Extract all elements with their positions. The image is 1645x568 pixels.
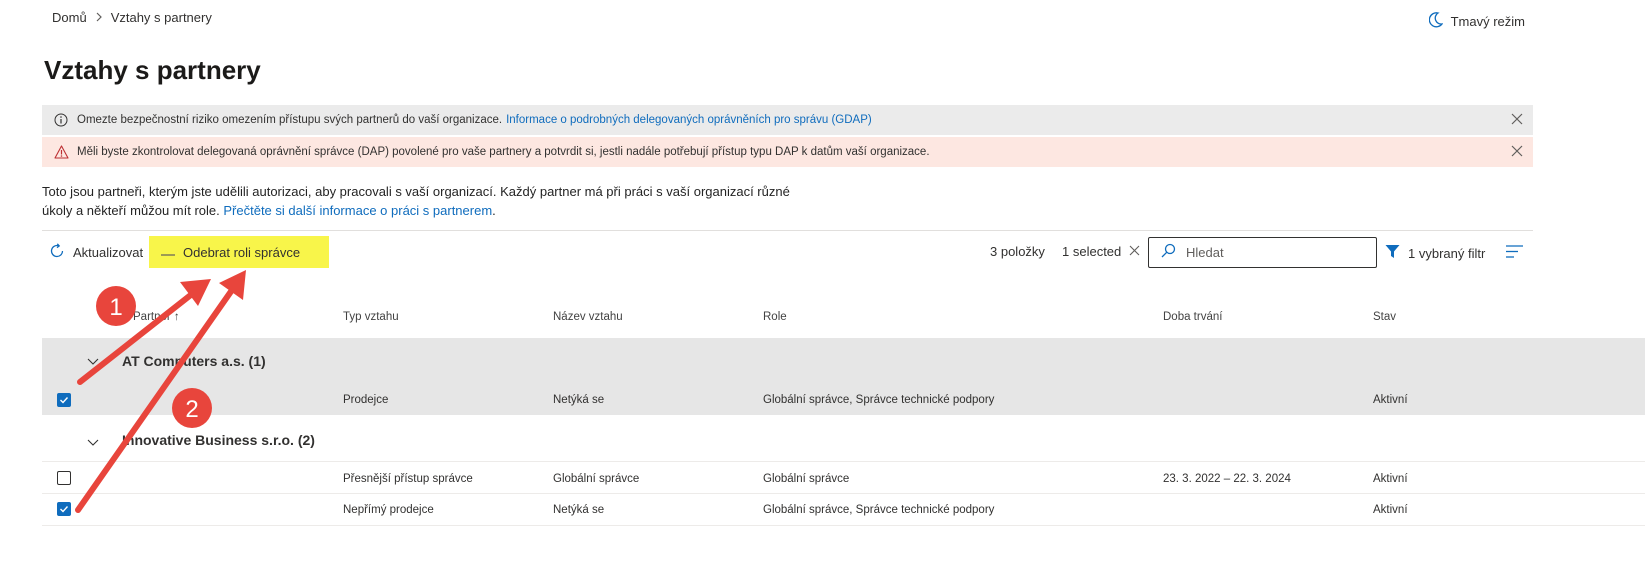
cell-roles: Globální správce bbox=[763, 473, 850, 485]
group-name: Innovative Business s.r.o. (2) bbox=[122, 432, 315, 448]
cell-roles: Globální správce, Správce technické podp… bbox=[763, 394, 995, 406]
cell-name: Netýká se bbox=[553, 394, 605, 406]
chevron-down-icon[interactable] bbox=[87, 434, 99, 450]
group-header[interactable]: Innovative Business s.r.o. (2) bbox=[42, 415, 1645, 462]
annotation-badge: 1 bbox=[96, 286, 136, 326]
info-banner: Omezte bezpečnostní riziko omezením přís… bbox=[42, 105, 1533, 135]
info-banner-text: Omezte bezpečnostní riziko omezením přís… bbox=[77, 114, 503, 126]
column-header-duration[interactable]: Doba trvání bbox=[1163, 311, 1222, 323]
group-name: AT Computers a.s. (1) bbox=[122, 353, 266, 369]
refresh-label: Aktualizovat bbox=[73, 245, 144, 260]
selected-count: 1 selected bbox=[1062, 244, 1140, 259]
column-header-roles[interactable]: Role bbox=[763, 311, 787, 323]
cell-type: Přesnější přístup správce bbox=[343, 473, 473, 485]
row-checkbox[interactable] bbox=[57, 502, 71, 516]
refresh-icon bbox=[49, 243, 65, 262]
breadcrumb: Domů Vztahy s partnery bbox=[52, 10, 212, 25]
divider bbox=[42, 230, 1533, 231]
cell-type: Prodejce bbox=[343, 394, 389, 406]
close-icon[interactable] bbox=[1511, 113, 1523, 125]
column-header-name[interactable]: Název vztahu bbox=[553, 311, 623, 323]
column-header-type[interactable]: Typ vztahu bbox=[343, 311, 399, 323]
refresh-button[interactable]: Aktualizovat bbox=[49, 243, 143, 262]
cell-status: Aktivní bbox=[1373, 504, 1408, 516]
page-description: Toto jsou partneři, kterým jste udělili … bbox=[42, 182, 802, 220]
search-input[interactable] bbox=[1184, 244, 1368, 261]
minus-icon bbox=[161, 245, 175, 260]
group-header[interactable]: AT Computers a.s. (1) bbox=[42, 338, 1645, 384]
row-checkbox[interactable] bbox=[57, 471, 71, 485]
chevron-down-icon[interactable] bbox=[87, 353, 99, 369]
dark-mode-label: Tmavý režim bbox=[1450, 14, 1525, 29]
table-row[interactable]: Nepřímý prodejce Netýká se Globální sprá… bbox=[42, 494, 1645, 526]
table-row[interactable]: Prodejce Netýká se Globální správce, Spr… bbox=[42, 384, 1645, 415]
page-title: Vztahy s partnery bbox=[44, 55, 261, 85]
learn-more-link[interactable]: Přečtěte si další informace o práci s pa… bbox=[223, 203, 492, 218]
filter-button[interactable]: 1 vybraný filtr bbox=[1385, 244, 1485, 262]
group-by-icon[interactable] bbox=[1506, 245, 1523, 263]
selected-label: 1 selected bbox=[1062, 244, 1122, 259]
chevron-right-icon bbox=[95, 11, 103, 25]
breadcrumb-home-link[interactable]: Domů bbox=[52, 10, 87, 25]
cell-type: Nepřímý prodejce bbox=[343, 504, 434, 516]
breadcrumb-current: Vztahy s partnery bbox=[110, 10, 212, 25]
warning-banner-text: Měli byste zkontrolovat delegovaná opráv… bbox=[77, 146, 930, 158]
column-header-partner[interactable]: Partner ↑ bbox=[133, 311, 180, 323]
cell-duration: 23. 3. 2022 – 22. 3. 2024 bbox=[1163, 473, 1291, 485]
cell-roles: Globální správce, Správce technické podp… bbox=[763, 504, 995, 516]
warning-banner: Měli byste zkontrolovat delegovaná opráv… bbox=[42, 137, 1533, 167]
column-header-status[interactable]: Stav bbox=[1373, 311, 1396, 323]
table-row[interactable]: Přesnější přístup správce Globální správ… bbox=[42, 462, 1645, 494]
moon-icon bbox=[1428, 12, 1444, 31]
filter-label: 1 vybraný filtr bbox=[1408, 245, 1486, 261]
cell-status: Aktivní bbox=[1373, 473, 1408, 485]
cell-status: Aktivní bbox=[1373, 394, 1408, 406]
description-suffix: . bbox=[492, 203, 496, 218]
cell-name: Globální správce bbox=[553, 473, 640, 485]
close-icon[interactable] bbox=[1511, 145, 1523, 157]
dark-mode-toggle[interactable]: Tmavý režim bbox=[1428, 12, 1525, 31]
annotation-label: 1 bbox=[109, 294, 122, 321]
search-icon bbox=[1161, 243, 1176, 263]
items-count: 3 položky bbox=[990, 244, 1045, 259]
row-checkbox[interactable] bbox=[57, 393, 71, 407]
remove-admin-role-button[interactable]: Odebrat roli správce bbox=[149, 236, 329, 268]
divider bbox=[42, 525, 1645, 526]
clear-selection-icon[interactable] bbox=[1129, 244, 1140, 259]
gdap-info-link[interactable]: Informace o podrobných delegovaných oprá… bbox=[506, 114, 872, 126]
info-icon bbox=[54, 113, 68, 127]
remove-admin-role-label: Odebrat roli správce bbox=[183, 244, 301, 260]
warning-icon bbox=[54, 145, 69, 159]
filter-icon bbox=[1385, 244, 1400, 262]
cell-name: Netýká se bbox=[553, 504, 605, 516]
search-box[interactable] bbox=[1148, 237, 1377, 268]
